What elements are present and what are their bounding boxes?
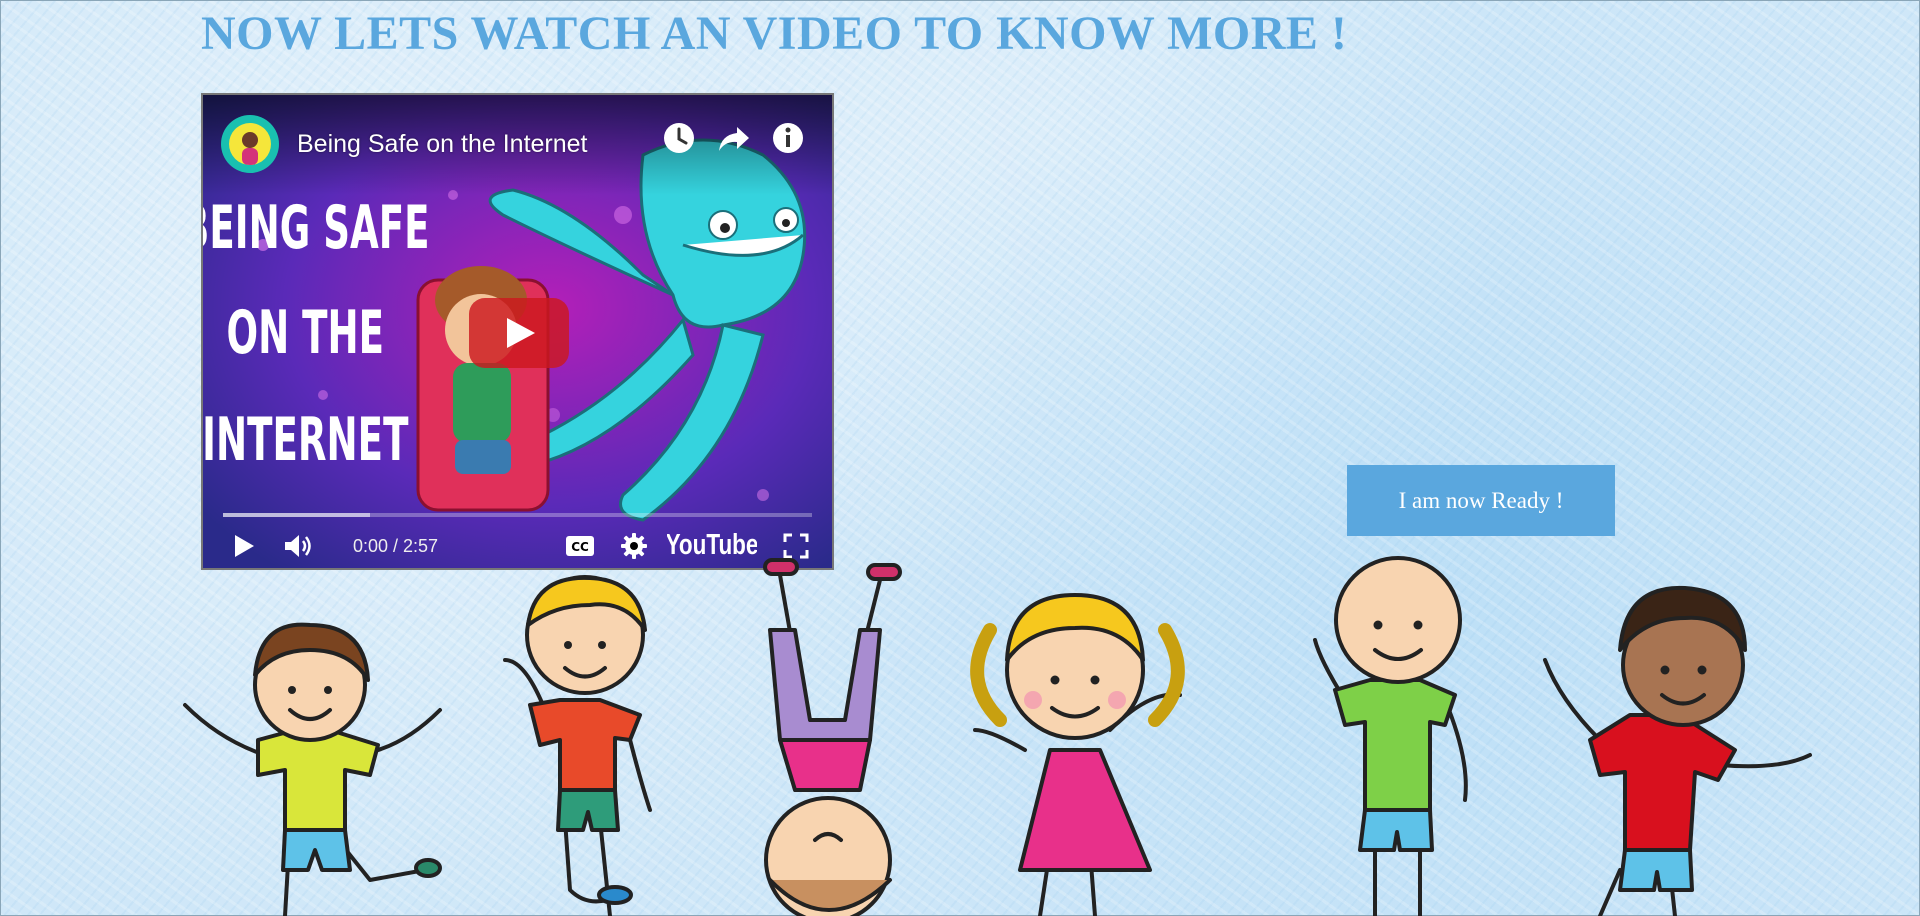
channel-avatar[interactable] [221, 115, 279, 173]
kid-5 [1313, 556, 1468, 916]
kids-playing-illustration [183, 556, 1812, 916]
youtube-video-player[interactable]: BEING SAFE ON THE INTERNET Being Safe on… [201, 93, 834, 570]
info-icon[interactable] [769, 119, 807, 157]
svg-text:INTERNET: INTERNET [203, 405, 408, 475]
watch-later-icon[interactable] [660, 119, 698, 157]
svg-text:BEING SAFE: BEING SAFE [203, 193, 430, 263]
video-title[interactable]: Being Safe on the Internet [297, 129, 588, 159]
kid-1 [183, 622, 442, 916]
kid-6 [1543, 585, 1812, 916]
kid-3 [763, 558, 902, 916]
svg-text:ON THE: ON THE [227, 298, 385, 368]
ready-button[interactable]: I am now Ready ! [1347, 465, 1615, 536]
kid-2 [503, 575, 652, 916]
share-icon[interactable] [715, 119, 753, 157]
big-play-button[interactable] [469, 298, 569, 368]
page-heading: NOW LETS WATCH AN VIDEO TO KNOW MORE ! [201, 7, 1348, 60]
progress-buffered [223, 513, 371, 517]
kid-4 [970, 593, 1185, 916]
progress-bar[interactable] [223, 513, 812, 517]
